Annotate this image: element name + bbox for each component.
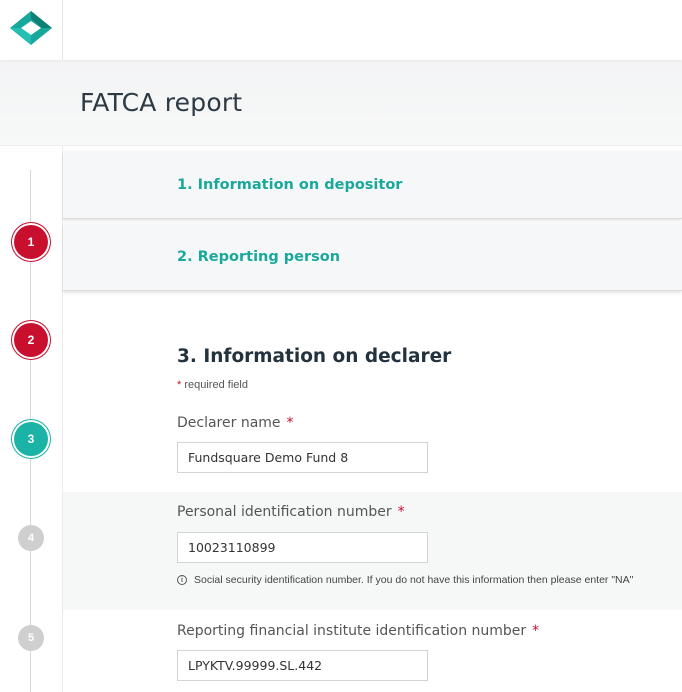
step-4-indicator: 4: [18, 525, 44, 551]
required-note-text: required field: [184, 379, 248, 391]
step-5-indicator: 5: [18, 625, 44, 651]
declarer-name-input[interactable]: [177, 442, 428, 473]
section-declarer-title: 3. Information on declarer: [177, 346, 452, 367]
declarer-name-group: Declarer name *: [63, 400, 682, 492]
personal-id-hint: i Social security identification number.…: [177, 574, 633, 586]
page-title: FATCA report: [80, 88, 243, 117]
fi-id-label: Reporting financial institute identifica…: [177, 623, 539, 639]
top-bar: [0, 0, 682, 60]
personal-id-group: Personal identification number * i Social…: [63, 492, 682, 610]
declarer-name-label: Declarer name *: [177, 415, 294, 431]
step-1-indicator[interactable]: 1: [14, 225, 48, 259]
fi-id-input[interactable]: [177, 650, 428, 681]
required-marker: *: [397, 504, 405, 520]
required-marker: *: [286, 415, 294, 431]
personal-id-label: Personal identification number *: [177, 504, 405, 520]
section-declarer: 3. Information on declarer * required fi…: [63, 292, 682, 692]
step-2-indicator[interactable]: 2: [14, 323, 48, 357]
diamond-logo-icon: [10, 11, 52, 45]
fi-id-group: Reporting financial institute identifica…: [63, 610, 682, 692]
required-field-note: * required field: [177, 379, 248, 391]
section-reporting-person-label: 2. Reporting person: [177, 249, 341, 265]
section-reporting-person[interactable]: 2. Reporting person: [63, 223, 682, 291]
section-depositor[interactable]: 1. Information on depositor: [63, 151, 682, 219]
required-marker: *: [177, 379, 182, 391]
logo[interactable]: [0, 0, 63, 60]
required-marker: *: [532, 623, 540, 639]
section-depositor-label: 1. Information on depositor: [177, 177, 403, 193]
personal-id-hint-text: Social security identification number. I…: [194, 574, 634, 586]
personal-id-input[interactable]: [177, 532, 428, 563]
step-3-indicator[interactable]: 3: [14, 422, 48, 456]
declarer-name-label-text: Declarer name: [177, 415, 281, 431]
info-icon: i: [177, 575, 187, 585]
title-bar: FATCA report: [0, 60, 682, 146]
personal-id-label-text: Personal identification number: [177, 504, 392, 520]
fi-id-label-text: Reporting financial institute identifica…: [177, 623, 527, 639]
